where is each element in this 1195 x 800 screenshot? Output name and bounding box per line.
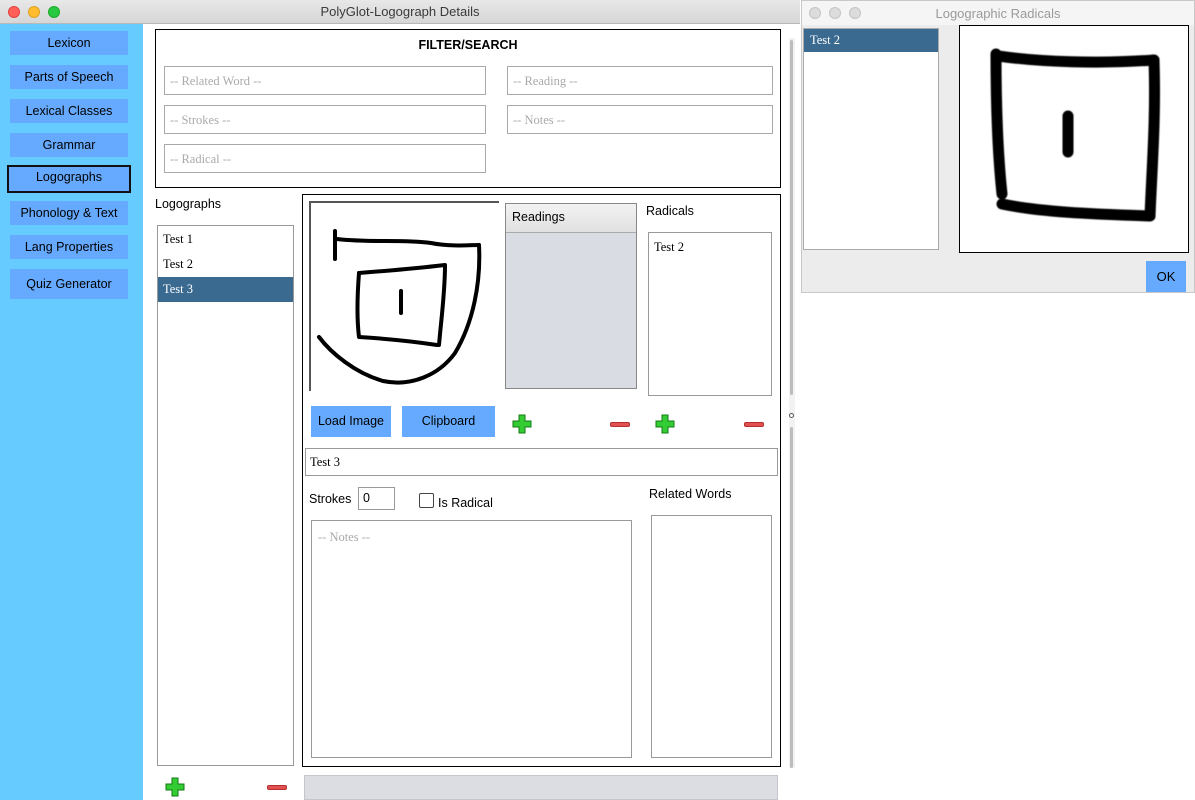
radical-filter-input[interactable]: -- Radical -- bbox=[164, 144, 486, 173]
is-radical-checkbox[interactable] bbox=[419, 493, 434, 508]
list-item[interactable]: Test 1 bbox=[158, 227, 293, 252]
notes-textarea[interactable]: -- Notes -- bbox=[311, 520, 632, 758]
related-word-filter-input[interactable]: -- Related Word -- bbox=[164, 66, 486, 95]
logograph-detail-panel: Readings Radicals Test 2 Load Image Clip… bbox=[302, 194, 781, 767]
logographs-label: Logographs bbox=[155, 197, 222, 211]
radicals-label: Radicals bbox=[646, 204, 694, 218]
ok-button[interactable]: OK bbox=[1146, 261, 1186, 292]
sidebar: Lexicon Parts of Speech Lexical Classes … bbox=[0, 24, 143, 800]
sidebar-item-quiz-generator[interactable]: Quiz Generator bbox=[10, 269, 128, 299]
vertical-scrollbar[interactable] bbox=[789, 38, 795, 768]
sidebar-item-phonology-text[interactable]: Phonology & Text bbox=[10, 201, 128, 225]
minus-icon[interactable] bbox=[267, 785, 287, 790]
radicals-body: Test 2 OK bbox=[802, 25, 1194, 292]
radicals-window: Logographic Radicals Test 2 OK bbox=[801, 0, 1195, 293]
reading-filter-input[interactable]: -- Reading -- bbox=[507, 66, 773, 95]
related-words-list[interactable] bbox=[651, 515, 772, 758]
sidebar-item-lexicon[interactable]: Lexicon bbox=[10, 31, 128, 55]
list-item-selected[interactable]: Test 3 bbox=[158, 277, 293, 302]
clipboard-button[interactable]: Clipboard bbox=[402, 406, 495, 437]
logograph-image[interactable] bbox=[309, 201, 499, 391]
sidebar-item-lang-properties[interactable]: Lang Properties bbox=[10, 235, 128, 259]
strokes-input[interactable]: 0 bbox=[358, 487, 395, 510]
sidebar-item-lexical-classes[interactable]: Lexical Classes bbox=[10, 99, 128, 123]
radical-drawing bbox=[990, 48, 1161, 222]
is-radical-label: Is Radical bbox=[438, 496, 493, 510]
window-title: PolyGlot-Logograph Details bbox=[320, 4, 480, 19]
sidebar-item-parts-of-speech[interactable]: Parts of Speech bbox=[10, 65, 128, 89]
load-image-button[interactable]: Load Image bbox=[311, 406, 391, 437]
related-words-label: Related Words bbox=[649, 487, 732, 501]
radicals-window-list[interactable]: Test 2 bbox=[803, 28, 939, 250]
minus-icon[interactable] bbox=[610, 422, 630, 427]
logographs-list[interactable]: Test 1 Test 2 Test 3 bbox=[157, 225, 294, 766]
scrollbar-thumb-upper[interactable] bbox=[790, 40, 793, 395]
notes-filter-input[interactable]: -- Notes -- bbox=[507, 105, 773, 134]
readings-header[interactable]: Readings bbox=[506, 204, 636, 233]
bottom-panel-stub bbox=[304, 775, 778, 800]
radical-preview-image bbox=[959, 25, 1189, 253]
content-area: FILTER/SEARCH -- Related Word -- -- Read… bbox=[143, 24, 800, 800]
radicals-titlebar: Logographic Radicals bbox=[802, 1, 1194, 26]
filter-search-panel: FILTER/SEARCH -- Related Word -- -- Read… bbox=[155, 29, 781, 188]
list-item-selected[interactable]: Test 2 bbox=[804, 29, 938, 52]
scrollbar-thumb-lower[interactable] bbox=[790, 427, 793, 768]
radicals-list[interactable]: Test 2 bbox=[648, 232, 772, 396]
main-titlebar: PolyGlot-Logograph Details bbox=[0, 0, 800, 24]
radicals-window-title: Logographic Radicals bbox=[935, 6, 1061, 21]
sidebar-item-grammar[interactable]: Grammar bbox=[10, 133, 128, 157]
list-item[interactable]: Test 2 bbox=[649, 235, 771, 260]
splitter-handle-icon[interactable] bbox=[789, 413, 794, 418]
sidebar-item-logographs[interactable]: Logographs bbox=[7, 165, 131, 193]
logograph-drawing bbox=[317, 229, 482, 385]
strokes-label: Strokes bbox=[309, 492, 352, 506]
main-window: PolyGlot-Logograph Details Lexicon Parts… bbox=[0, 0, 800, 800]
logograph-name-field[interactable]: Test 3 bbox=[305, 448, 778, 476]
plus-icon[interactable] bbox=[165, 777, 185, 797]
plus-icon[interactable] bbox=[512, 414, 532, 434]
strokes-filter-input[interactable]: -- Strokes -- bbox=[164, 105, 486, 134]
minus-icon[interactable] bbox=[744, 422, 764, 427]
filter-search-title: FILTER/SEARCH bbox=[418, 38, 518, 52]
plus-icon[interactable] bbox=[655, 414, 675, 434]
list-item[interactable]: Test 2 bbox=[158, 252, 293, 277]
readings-table[interactable]: Readings bbox=[505, 203, 637, 389]
